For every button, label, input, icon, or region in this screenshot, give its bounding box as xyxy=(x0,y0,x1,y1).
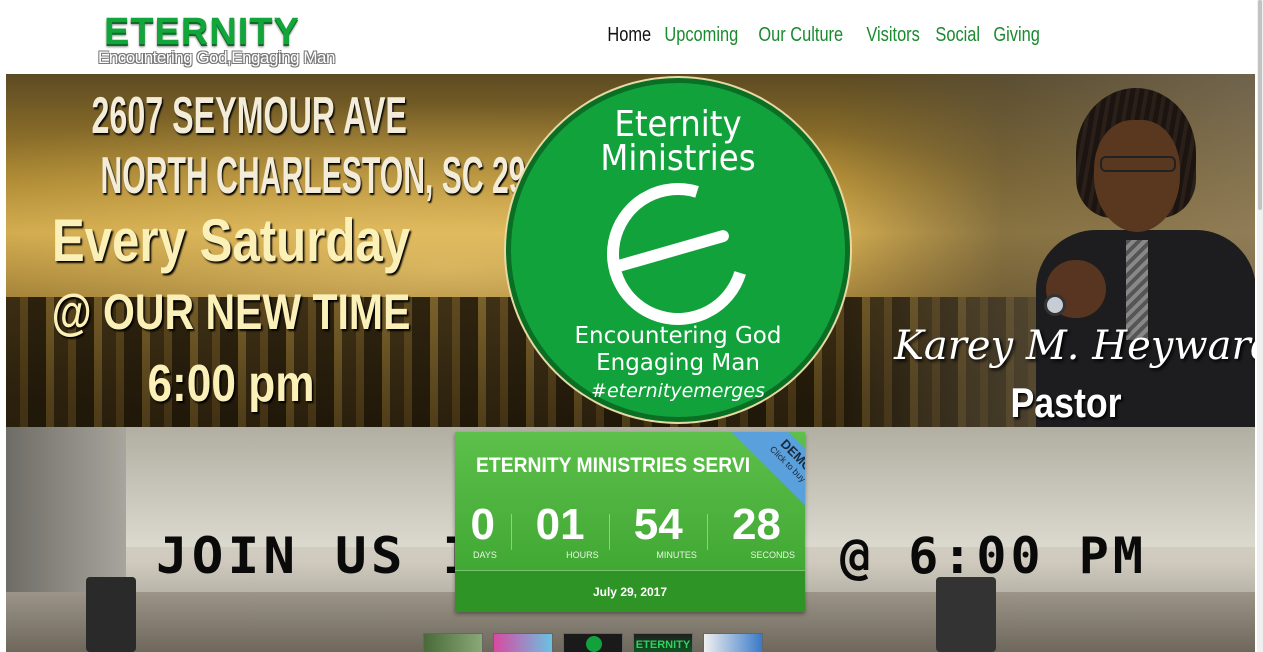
site-logo[interactable]: ETERNITY Encountering God,Engaging Man xyxy=(98,12,348,72)
countdown-title: ETERNITY MINISTRIES SERVI xyxy=(476,454,751,477)
thumbnail-strip: ETERNITY xyxy=(423,633,763,652)
address-line-1: 2607 SEYMOUR AVE xyxy=(91,87,407,145)
pastor-name: Karey M. Heyward xyxy=(894,323,1255,369)
emblem-line-4: Engaging Man xyxy=(596,350,760,376)
seconds-value: 28 xyxy=(731,500,781,549)
hours-label: HOURS xyxy=(566,550,599,560)
nav-visitors[interactable]: Visitors xyxy=(859,24,927,47)
nav-upcoming[interactable]: Upcoming xyxy=(657,24,746,47)
site-header: ETERNITY Encountering God,Engaging Man H… xyxy=(0,0,1263,74)
minutes-value: 54 xyxy=(633,500,683,549)
logo-tagline: Encountering God,Engaging Man xyxy=(98,48,335,67)
schedule-day: Every Saturday xyxy=(51,207,411,274)
page-scrollbar[interactable] xyxy=(1257,0,1263,652)
thumbnail-4[interactable]: ETERNITY xyxy=(633,633,693,652)
speaker-icon xyxy=(86,577,136,652)
countdown-hours: 01 HOURS xyxy=(512,500,609,568)
minutes-label: MINUTES xyxy=(656,550,697,560)
emblem-line-2: Ministries xyxy=(600,138,756,179)
glasses-icon xyxy=(1100,156,1176,172)
nav-home[interactable]: Home xyxy=(600,24,659,47)
thumbnail-2[interactable] xyxy=(493,633,553,652)
ministry-emblem: Eternity Ministries Encountering God Eng… xyxy=(506,78,850,422)
logo-word: ETERNITY xyxy=(104,11,300,53)
address-line-2: NORTH CHARLESTON, SC 29405 xyxy=(100,147,576,205)
pastor-photo xyxy=(1036,80,1255,427)
thumbnail-1[interactable] xyxy=(423,633,483,652)
schedule-note: @ OUR NEW TIME xyxy=(51,284,411,340)
days-label: DAYS xyxy=(473,550,497,560)
days-value: 0 xyxy=(470,500,495,549)
service-time-text: @ 6:00 PM xyxy=(840,527,1147,585)
countdown-section: JOIN US IN @ 6:00 PM ETERNITY MINISTRIES… xyxy=(6,427,1255,652)
emblem-hashtag: #eternityemerges xyxy=(591,380,765,402)
thumbnail-3[interactable] xyxy=(563,633,623,652)
schedule-time: 6:00 pm xyxy=(147,355,315,413)
nav-our-culture[interactable]: Our Culture xyxy=(751,24,851,47)
countdown-seconds: 28 SECONDS xyxy=(708,500,805,568)
page: ETERNITY Encountering God,Engaging Man H… xyxy=(0,0,1263,652)
countdown-units: 0 DAYS 01 HOURS 54 MINUTES 28 SECONDS xyxy=(455,500,805,568)
hours-value: 01 xyxy=(535,500,585,549)
countdown-date: July 29, 2017 xyxy=(592,585,668,599)
countdown-widget[interactable]: ETERNITY MINISTRIES SERVI 0 DAYS 01 HOUR… xyxy=(455,432,805,612)
seconds-label: SECONDS xyxy=(750,550,795,560)
pastor-title: Pastor xyxy=(1010,379,1122,426)
scrollbar-thumb[interactable] xyxy=(1258,0,1262,210)
thumbnail-5[interactable] xyxy=(703,633,763,652)
hero-banner: 2607 SEYMOUR AVE NORTH CHARLESTON, SC 29… xyxy=(6,74,1255,427)
nav-giving[interactable]: Giving xyxy=(986,24,1047,47)
nav-social[interactable]: Social xyxy=(928,24,987,47)
watch-icon xyxy=(1044,294,1066,316)
countdown-days: 0 DAYS xyxy=(455,500,511,568)
emblem-line-3: Encountering God xyxy=(574,323,782,349)
countdown-minutes: 54 MINUTES xyxy=(610,500,707,568)
speaker-icon-right xyxy=(936,577,996,652)
main-nav: Home Upcoming Our Culture Visitors Socia… xyxy=(600,24,1047,47)
service-info: 2607 SEYMOUR AVE NORTH CHARLESTON, SC 29… xyxy=(6,86,576,420)
pastor-face xyxy=(1094,120,1180,232)
